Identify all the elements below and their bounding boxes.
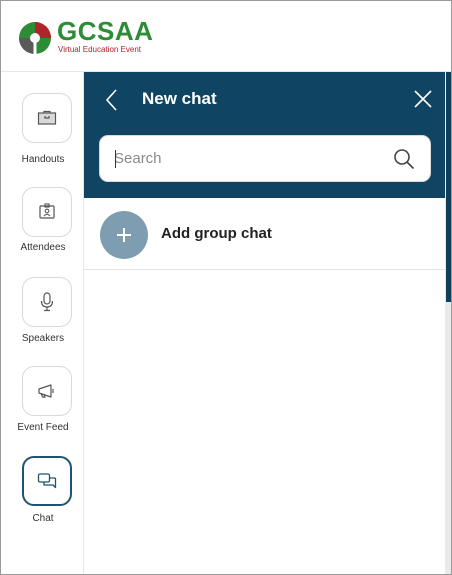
app-header: GCSAA Virtual Education Event (1, 1, 451, 72)
left-nav-rail: Handouts Attendees Speakers Event Feed C… (1, 72, 84, 574)
page-scrollbar[interactable] (445, 72, 451, 574)
new-chat-panel: New chat Add group chat (84, 72, 445, 574)
panel-title: New chat (142, 89, 217, 108)
speakers-button[interactable] (22, 277, 72, 327)
gcsaa-logo-icon (19, 22, 51, 54)
chat-button[interactable] (22, 456, 72, 506)
search-box[interactable] (99, 135, 431, 182)
microphone-icon (40, 292, 54, 312)
add-group-avatar[interactable] (100, 211, 148, 259)
search-icon[interactable] (393, 148, 415, 170)
event-feed-button[interactable] (22, 366, 72, 416)
megaphone-icon (38, 384, 54, 398)
badge-icon (39, 203, 55, 219)
rail-label-speakers: Speakers (21, 333, 65, 344)
scrollbar-thumb[interactable] (446, 72, 451, 302)
add-group-chat-label[interactable]: Add group chat (161, 225, 272, 243)
rail-label-attendees: Attendees (20, 242, 66, 253)
rail-label-handouts: Handouts (21, 154, 65, 165)
rail-label-chat: Chat (32, 513, 54, 524)
handouts-button[interactable] (22, 93, 72, 143)
brand-subtitle: Virtual Education Event (58, 45, 142, 54)
attendees-button[interactable] (22, 187, 72, 237)
panel-header: New chat (84, 72, 445, 198)
plus-icon (117, 228, 131, 242)
chat-icon (37, 473, 57, 489)
app-window: GCSAA Virtual Education Event Handouts A… (0, 0, 452, 575)
briefcase-icon (37, 110, 57, 125)
close-icon[interactable] (414, 90, 432, 108)
brand-name: GCSAA (57, 16, 154, 46)
search-input[interactable] (114, 136, 374, 181)
back-chevron-icon[interactable] (104, 88, 120, 112)
add-group-chat-row[interactable]: Add group chat (84, 198, 445, 270)
rail-label-event-feed: Event Feed (17, 422, 69, 433)
text-caret (115, 150, 116, 168)
